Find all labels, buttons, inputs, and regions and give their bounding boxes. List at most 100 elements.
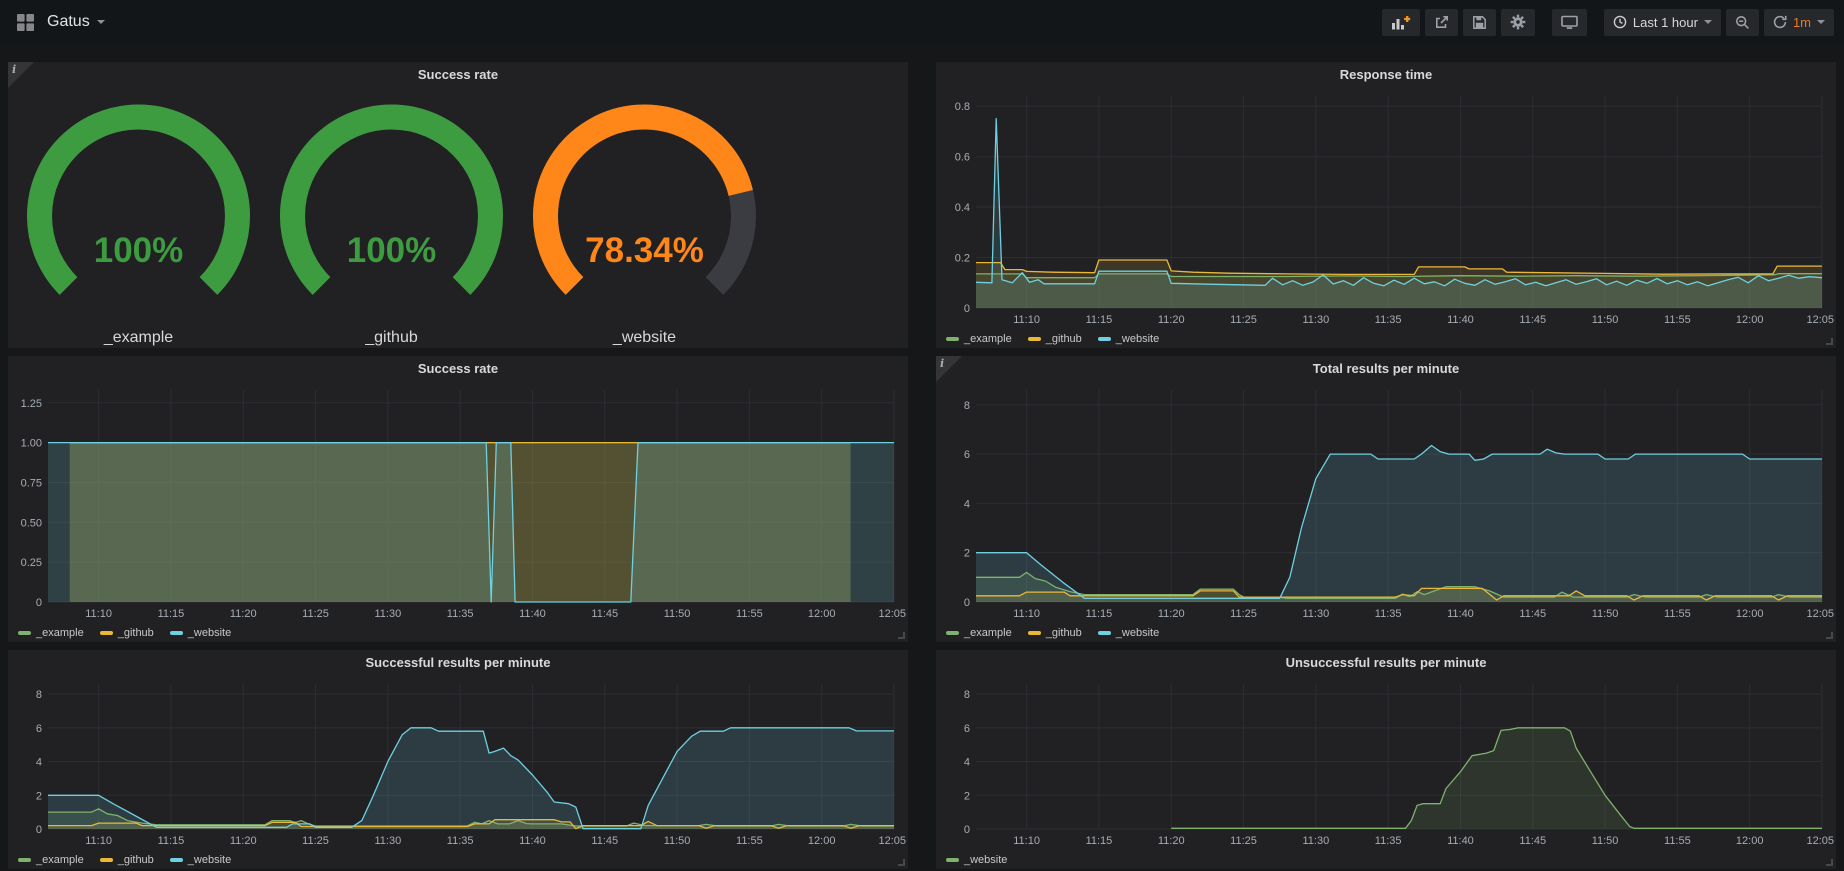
svg-text:12:00: 12:00 — [808, 608, 836, 620]
svg-text:0: 0 — [964, 597, 970, 609]
caret-down-icon — [1704, 20, 1712, 24]
svg-text:11:30: 11:30 — [1302, 835, 1329, 847]
resize-handle[interactable] — [1826, 338, 1833, 345]
svg-text:12:00: 12:00 — [808, 835, 836, 847]
svg-text:11:50: 11:50 — [664, 835, 691, 847]
legend-item-_example[interactable]: _example — [18, 854, 84, 866]
svg-text:11:35: 11:35 — [1375, 314, 1402, 326]
zoom-out-button[interactable] — [1726, 9, 1759, 36]
svg-text:11:35: 11:35 — [447, 835, 474, 847]
panel-info-icon[interactable]: i — [936, 356, 962, 382]
svg-text:11:25: 11:25 — [1230, 835, 1257, 847]
resize-handle[interactable] — [1826, 632, 1833, 639]
gauge-_example[interactable]: 100%_example — [12, 88, 265, 347]
svg-text:11:55: 11:55 — [1664, 835, 1691, 847]
panel-title[interactable]: Unsuccessful results per minute — [936, 650, 1836, 676]
svg-text:12:05: 12:05 — [878, 608, 906, 620]
chart-legend: _example _github _website — [946, 333, 1159, 345]
resize-handle[interactable] — [898, 859, 905, 866]
time-range-button[interactable]: Last 1 hour — [1604, 9, 1721, 36]
refresh-interval-label: 1m — [1793, 15, 1811, 30]
svg-text:0: 0 — [964, 824, 970, 836]
legend-swatch — [1098, 337, 1111, 341]
response-time-chart[interactable]: 11:1011:1511:2011:2511:3011:3511:4011:45… — [936, 88, 1836, 328]
svg-text:0: 0 — [36, 824, 42, 836]
svg-text:11:40: 11:40 — [519, 608, 546, 620]
panel-successful-results: Successful results per minute 11:1011:15… — [8, 650, 908, 869]
legend-item-_github[interactable]: _github — [100, 627, 154, 639]
unsuccessful-results-chart[interactable]: 11:1011:1511:2011:2511:3011:3511:4011:45… — [936, 676, 1836, 849]
svg-text:11:25: 11:25 — [302, 835, 329, 847]
panel-title[interactable]: Successful results per minute — [8, 650, 908, 676]
svg-text:11:35: 11:35 — [1375, 608, 1402, 620]
svg-text:11:40: 11:40 — [519, 835, 546, 847]
svg-text:11:10: 11:10 — [1013, 835, 1040, 847]
svg-text:6: 6 — [964, 449, 970, 461]
legend-item-_example[interactable]: _example — [946, 333, 1012, 345]
resize-handle[interactable] — [898, 632, 905, 639]
clock-icon — [1613, 15, 1627, 29]
refresh-icon — [1773, 15, 1787, 29]
gauge-value: 100% — [347, 231, 437, 270]
tv-mode-button[interactable] — [1552, 9, 1587, 36]
svg-text:11:45: 11:45 — [591, 835, 618, 847]
legend-swatch — [170, 858, 183, 862]
svg-text:11:25: 11:25 — [302, 608, 329, 620]
legend-swatch — [18, 631, 31, 635]
svg-text:2: 2 — [964, 548, 970, 560]
svg-text:8: 8 — [964, 400, 970, 412]
refresh-button[interactable]: 1m — [1764, 9, 1834, 36]
gauge-_website[interactable]: 78.34% _website — [518, 88, 771, 347]
svg-text:12:05: 12:05 — [878, 835, 906, 847]
svg-text:4: 4 — [964, 498, 970, 510]
share-button[interactable] — [1425, 9, 1458, 36]
svg-text:11:45: 11:45 — [1519, 835, 1546, 847]
save-button[interactable] — [1463, 9, 1496, 36]
legend-item-_example[interactable]: _example — [946, 627, 1012, 639]
svg-text:11:15: 11:15 — [158, 835, 185, 847]
monitor-icon — [1561, 15, 1578, 30]
svg-text:11:15: 11:15 — [1086, 835, 1113, 847]
svg-text:11:30: 11:30 — [374, 608, 401, 620]
panel-total-results: i Total results per minute 11:1011:1511:… — [936, 356, 1836, 642]
svg-text:11:30: 11:30 — [1302, 314, 1329, 326]
legend-swatch — [18, 858, 31, 862]
legend-item-_github[interactable]: _github — [1028, 333, 1082, 345]
legend-item-_github[interactable]: _github — [100, 854, 154, 866]
svg-text:11:20: 11:20 — [1158, 835, 1185, 847]
legend-item-_github[interactable]: _github — [1028, 627, 1082, 639]
panel-title[interactable]: Success rate — [8, 62, 908, 88]
panel-info-icon[interactable]: i — [8, 62, 34, 88]
success-rate-chart[interactable]: 11:1011:1511:2011:2511:3011:3511:4011:45… — [8, 382, 908, 622]
legend-item-_example[interactable]: _example — [18, 627, 84, 639]
navbar: Gatus Last 1 hour 1m — [0, 0, 1844, 44]
svg-text:12:05: 12:05 — [1806, 835, 1834, 847]
legend-item-_website[interactable]: _website — [170, 627, 231, 639]
resize-handle[interactable] — [1826, 859, 1833, 866]
panel-title[interactable]: Total results per minute — [936, 356, 1836, 382]
svg-text:8: 8 — [964, 689, 970, 701]
svg-text:0.25: 0.25 — [21, 557, 42, 569]
legend-item-_website[interactable]: _website — [1098, 333, 1159, 345]
svg-text:11:30: 11:30 — [374, 835, 401, 847]
svg-text:0.8: 0.8 — [955, 101, 970, 113]
gauge-_github[interactable]: 100%_github — [265, 88, 518, 347]
panel-title[interactable]: Response time — [936, 62, 1836, 88]
panel-title[interactable]: Success rate — [8, 356, 908, 382]
legend-item-_website[interactable]: _website — [170, 854, 231, 866]
gauge-value: 78.34% — [585, 231, 704, 270]
add-panel-button[interactable] — [1382, 9, 1420, 36]
successful-results-chart[interactable]: 11:1011:1511:2011:2511:3011:3511:4011:45… — [8, 676, 908, 849]
svg-text:11:35: 11:35 — [447, 608, 474, 620]
dashboard-title[interactable]: Gatus — [47, 13, 90, 31]
dashboard-grid-icon[interactable] — [16, 13, 35, 32]
svg-text:11:45: 11:45 — [1519, 608, 1546, 620]
legend-item-_website[interactable]: _website — [946, 854, 1007, 866]
total-results-chart[interactable]: 11:1011:1511:2011:2511:3011:3511:4011:45… — [936, 382, 1836, 622]
svg-text:1.00: 1.00 — [21, 438, 42, 450]
gauge-label: _website — [518, 329, 771, 347]
settings-button[interactable] — [1501, 9, 1535, 36]
chart-legend: _website — [946, 854, 1007, 866]
legend-item-_website[interactable]: _website — [1098, 627, 1159, 639]
svg-text:0.4: 0.4 — [955, 202, 970, 214]
